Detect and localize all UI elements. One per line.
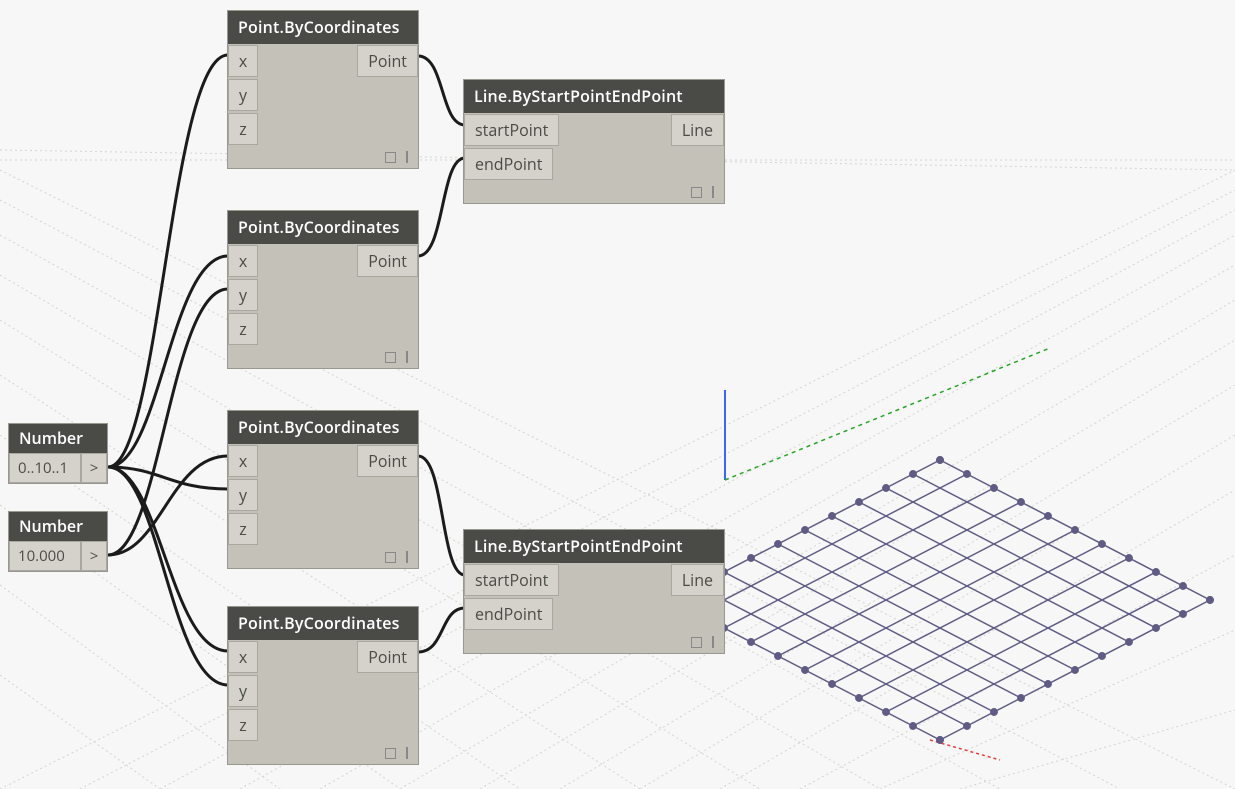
menu-icon[interactable]: [712, 186, 714, 198]
menu-icon[interactable]: [406, 151, 408, 163]
node-number-constant[interactable]: Number 10.000 >: [8, 511, 108, 572]
node-title: Number: [9, 512, 107, 541]
input-x[interactable]: x: [228, 45, 258, 77]
input-x[interactable]: x: [228, 445, 258, 477]
menu-icon[interactable]: [712, 636, 714, 648]
preview-toggle-icon[interactable]: [691, 637, 702, 648]
input-x[interactable]: x: [228, 641, 258, 673]
preview-toggle-icon[interactable]: [385, 152, 396, 163]
preview-toggle-icon[interactable]: [385, 352, 396, 363]
output-port[interactable]: >: [81, 453, 107, 483]
node-title: Point.ByCoordinates: [228, 211, 418, 244]
geometry-output: [667, 457, 1213, 743]
number-value[interactable]: 10.000: [9, 541, 81, 571]
node-line-bystartendpoint-2[interactable]: Line.ByStartPointEndPoint startPoint Lin…: [463, 529, 725, 654]
output-line[interactable]: Line: [671, 564, 724, 596]
preview-toggle-icon[interactable]: [385, 552, 396, 563]
menu-icon[interactable]: [406, 747, 408, 759]
node-line-bystartendpoint-1[interactable]: Line.ByStartPointEndPoint startPoint Lin…: [463, 79, 725, 204]
output-point[interactable]: Point: [357, 641, 418, 673]
input-endpoint[interactable]: endPoint: [464, 148, 553, 180]
input-z[interactable]: z: [228, 709, 258, 741]
node-point-bycoordinates-1[interactable]: Point.ByCoordinates x Point y z: [227, 10, 419, 169]
node-title: Line.ByStartPointEndPoint: [464, 80, 724, 113]
input-y[interactable]: y: [228, 79, 258, 111]
node-point-bycoordinates-3[interactable]: Point.ByCoordinates x Point y z: [227, 410, 419, 569]
preview-toggle-icon[interactable]: [385, 748, 396, 759]
input-startpoint[interactable]: startPoint: [464, 564, 559, 596]
output-line[interactable]: Line: [671, 114, 724, 146]
input-endpoint[interactable]: endPoint: [464, 598, 553, 630]
node-title: Number: [9, 424, 107, 453]
output-point[interactable]: Point: [357, 245, 418, 277]
menu-icon[interactable]: [406, 551, 408, 563]
output-point[interactable]: Point: [357, 445, 418, 477]
output-port[interactable]: >: [81, 541, 107, 571]
input-y[interactable]: y: [228, 675, 258, 707]
input-z[interactable]: z: [228, 513, 258, 545]
input-startpoint[interactable]: startPoint: [464, 114, 559, 146]
input-x[interactable]: x: [228, 245, 258, 277]
input-y[interactable]: y: [228, 479, 258, 511]
node-title: Point.ByCoordinates: [228, 607, 418, 640]
node-point-bycoordinates-2[interactable]: Point.ByCoordinates x Point y z: [227, 210, 419, 369]
axis-y: [725, 348, 1050, 480]
input-y[interactable]: y: [228, 279, 258, 311]
node-title: Point.ByCoordinates: [228, 11, 418, 44]
node-title: Line.ByStartPointEndPoint: [464, 530, 724, 563]
preview-toggle-icon[interactable]: [691, 187, 702, 198]
node-title: Point.ByCoordinates: [228, 411, 418, 444]
output-point[interactable]: Point: [357, 45, 418, 77]
node-number-range[interactable]: Number 0..10..1 >: [8, 423, 108, 484]
number-value[interactable]: 0..10..1: [9, 453, 81, 483]
node-point-bycoordinates-4[interactable]: Point.ByCoordinates x Point y z: [227, 606, 419, 765]
input-z[interactable]: z: [228, 113, 258, 145]
input-z[interactable]: z: [228, 313, 258, 345]
menu-icon[interactable]: [406, 351, 408, 363]
